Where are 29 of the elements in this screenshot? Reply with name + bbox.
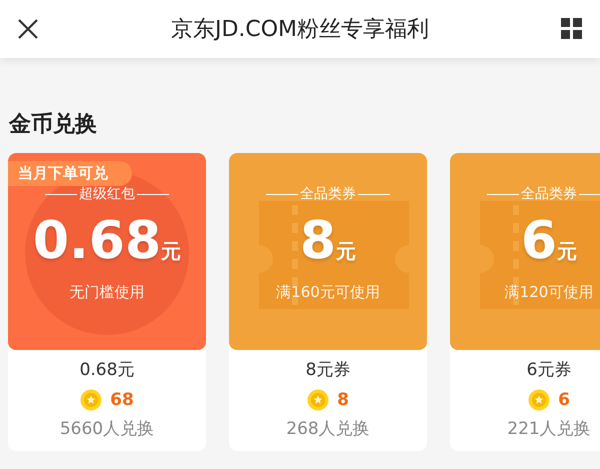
coin-price: 6: [558, 388, 570, 412]
coin-price: 68: [110, 388, 134, 412]
usage-condition: 无门槛使用: [68, 282, 146, 303]
coupon-category: 全品类券: [521, 185, 577, 204]
usage-condition: 满160元可使用: [275, 282, 381, 303]
coupon-amount: 6元: [520, 215, 578, 267]
coupon-name: 6元券: [526, 359, 572, 382]
coupon-category: 超级红包: [79, 185, 135, 204]
redeem-count: 5660人兑换: [58, 418, 156, 441]
grid-menu-icon[interactable]: [560, 17, 584, 41]
redeem-count: 221人兑换: [506, 418, 592, 441]
coupon-card[interactable]: 全品类券 8元 满160元可使用 8元券 8 268人兑换: [229, 153, 427, 450]
coupon-card[interactable]: 当月下单可兑 超级红包 0.68元 无门槛使用 0.68元 68 5660人兑换: [8, 153, 206, 450]
coupon-amount: 8元: [298, 215, 358, 267]
coupon-name: 0.68元: [78, 359, 136, 382]
coupon-card[interactable]: 全品类券 6元 满120可使用 6元券 6 221人兑换: [450, 153, 600, 450]
coin-icon: [80, 389, 102, 412]
coupon-name: 8元券: [304, 359, 352, 382]
close-icon[interactable]: [16, 17, 40, 41]
coupon-category: 全品类券: [300, 185, 356, 204]
coin-icon: [528, 389, 550, 412]
page-title: 京东JD.COM粉丝专享福利: [170, 16, 430, 44]
coupon-amount: 0.68元: [32, 215, 182, 267]
redeem-count: 268人兑换: [285, 418, 371, 441]
section-title: 金币兑换: [9, 111, 98, 139]
coin-price: 8: [337, 388, 349, 412]
usage-condition: 满120可使用: [504, 282, 594, 303]
coin-icon: [307, 389, 330, 412]
promo-tag: 当月下单可兑: [8, 161, 132, 186]
